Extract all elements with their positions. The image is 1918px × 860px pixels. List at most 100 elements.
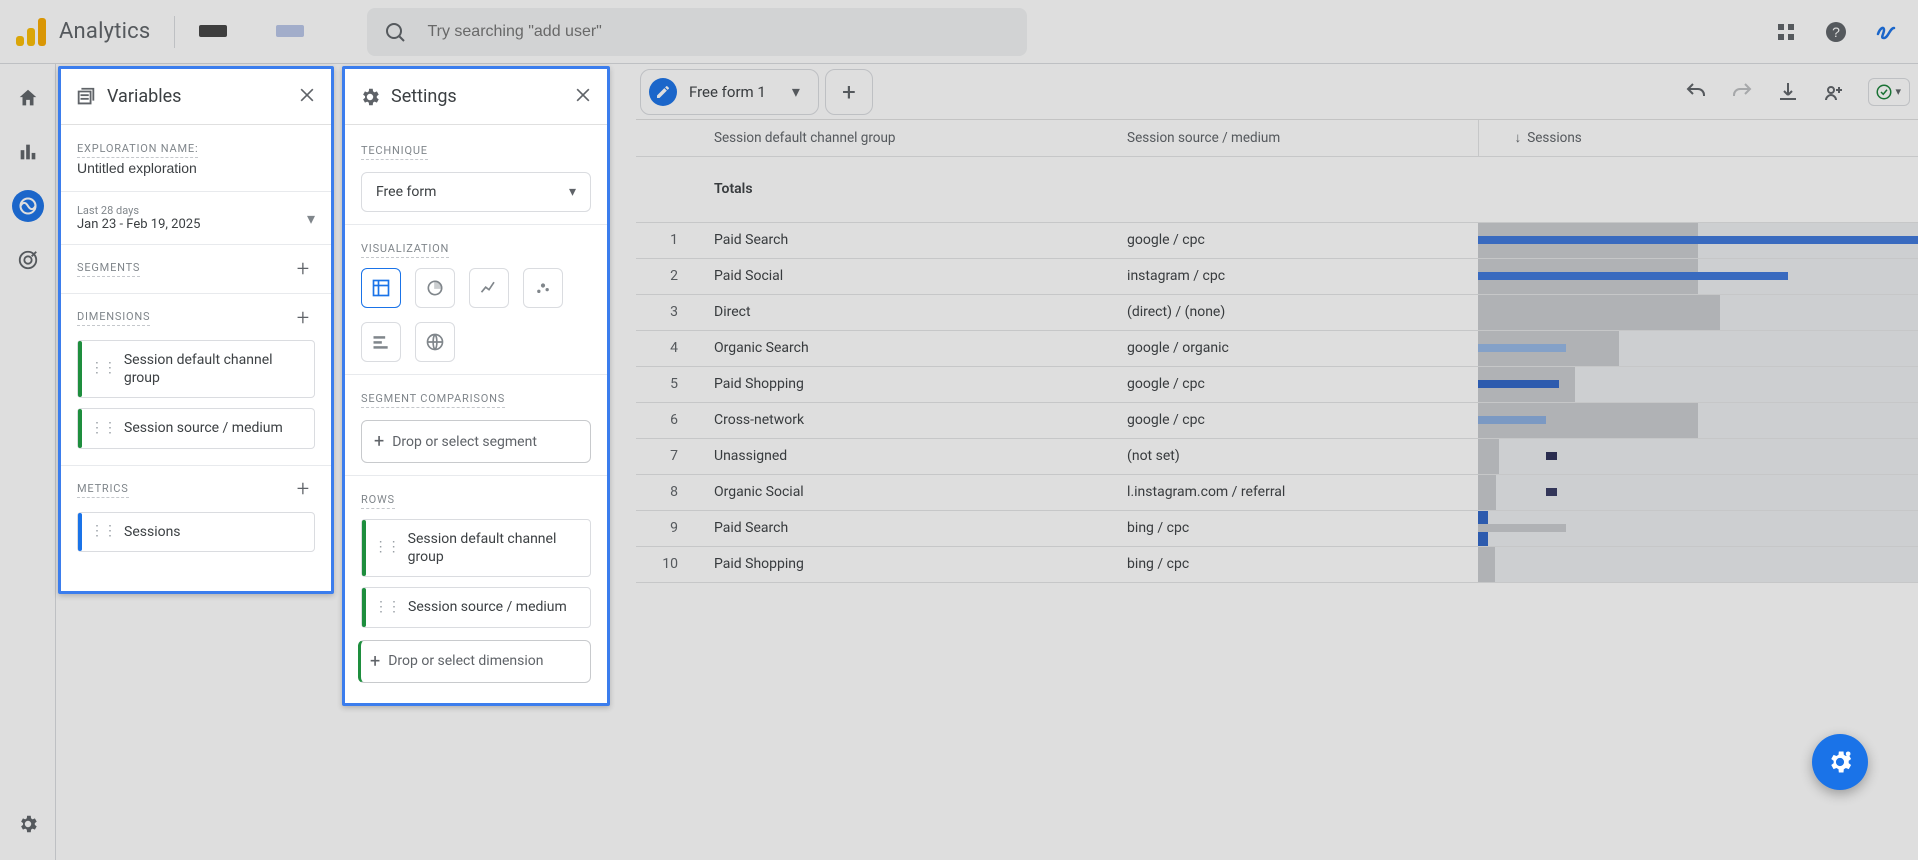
row-index: 8 bbox=[636, 474, 696, 510]
add-tab-button[interactable]: + bbox=[825, 69, 873, 115]
settings-close-icon[interactable] bbox=[573, 85, 593, 109]
metric-chip[interactable]: ⋮⋮Sessions bbox=[77, 512, 315, 552]
row-index: 9 bbox=[636, 510, 696, 546]
rows-drop-text: Drop or select dimension bbox=[388, 653, 543, 669]
cell-sessions bbox=[1478, 258, 1918, 294]
technique-value: Free form bbox=[376, 184, 436, 200]
dimension-label: Session source / medium bbox=[124, 419, 283, 437]
viz-geo-button[interactable] bbox=[415, 322, 455, 362]
viz-line-button[interactable] bbox=[469, 268, 509, 308]
cell-dim1: Paid Search bbox=[696, 510, 1109, 546]
header-actions: ? bbox=[1774, 20, 1902, 44]
chevron-down-icon: ▾ bbox=[792, 82, 800, 101]
cell-sessions bbox=[1478, 294, 1918, 330]
share-button[interactable] bbox=[1822, 80, 1846, 104]
variables-icon bbox=[75, 86, 97, 108]
nav-admin[interactable] bbox=[12, 808, 44, 840]
nav-home[interactable] bbox=[12, 82, 44, 114]
table-row[interactable]: 8Organic Sociall.instagram.com / referra… bbox=[636, 474, 1918, 510]
table-row[interactable]: 3Direct(direct) / (none) bbox=[636, 294, 1918, 330]
settings-panel: Settings TECHNIQUE Free form ▾ VISUALIZA… bbox=[342, 66, 610, 706]
cell-dim1: Paid Social bbox=[696, 258, 1109, 294]
date-range-picker[interactable]: Last 28 days Jan 23 - Feb 19, 2025 ▾ bbox=[77, 204, 315, 232]
cell-sessions bbox=[1478, 366, 1918, 402]
nav-reports[interactable] bbox=[12, 136, 44, 168]
row-label: Session source / medium bbox=[408, 598, 567, 616]
cell-dim1: Paid Shopping bbox=[696, 546, 1109, 582]
row-chip[interactable]: ⋮⋮Session default channel group bbox=[361, 519, 591, 577]
viz-donut-button[interactable] bbox=[415, 268, 455, 308]
svg-text:?: ? bbox=[1832, 24, 1840, 40]
add-segment-button[interactable]: + bbox=[291, 257, 315, 281]
dimension-chip[interactable]: ⋮⋮Session default channel group bbox=[77, 340, 315, 398]
chevron-down-icon: ▾ bbox=[569, 184, 576, 200]
exploration-name-input[interactable] bbox=[77, 158, 315, 179]
search-bar[interactable] bbox=[367, 8, 1027, 56]
row-index: 5 bbox=[636, 366, 696, 402]
col-header[interactable]: Session default channel group bbox=[696, 120, 1109, 156]
dimension-chip[interactable]: ⋮⋮Session source / medium bbox=[77, 408, 315, 448]
row-index: 2 bbox=[636, 258, 696, 294]
exploration-name-label: EXPLORATION NAME: bbox=[77, 142, 198, 158]
cell-sessions bbox=[1478, 510, 1918, 546]
table-row[interactable]: 10Paid Shoppingbing / cpc bbox=[636, 546, 1918, 582]
table-row[interactable]: 7Unassigned(not set) bbox=[636, 438, 1918, 474]
variables-close-icon[interactable] bbox=[297, 85, 317, 109]
rows-label: ROWS bbox=[361, 493, 395, 509]
table-row[interactable]: 5Paid Shoppinggoogle / cpc bbox=[636, 366, 1918, 402]
search-icon bbox=[383, 20, 407, 44]
cell-dim2: instagram / cpc bbox=[1109, 258, 1478, 294]
side-nav bbox=[0, 64, 56, 860]
viz-bar-button[interactable] bbox=[361, 322, 401, 362]
tab-freeform[interactable]: Free form 1 ▾ bbox=[641, 70, 818, 114]
cell-dim1: Direct bbox=[696, 294, 1109, 330]
sample-status[interactable]: ▾ bbox=[1868, 78, 1910, 106]
add-metric-button[interactable]: + bbox=[291, 478, 315, 502]
cell-dim2: bing / cpc bbox=[1109, 546, 1478, 582]
scribble-icon[interactable] bbox=[1874, 20, 1898, 44]
download-button[interactable] bbox=[1776, 80, 1800, 104]
col-header-sessions[interactable]: ↓Sessions bbox=[1478, 120, 1918, 156]
cell-dim1: Paid Search bbox=[696, 222, 1109, 258]
table-row[interactable]: 2Paid Socialinstagram / cpc bbox=[636, 258, 1918, 294]
help-icon[interactable]: ? bbox=[1824, 20, 1848, 44]
cell-dim2: google / cpc bbox=[1109, 366, 1478, 402]
add-dimension-button[interactable]: + bbox=[291, 306, 315, 330]
viz-scatter-button[interactable] bbox=[523, 268, 563, 308]
cell-dim2: google / cpc bbox=[1109, 402, 1478, 438]
table-row[interactable]: 9Paid Searchbing / cpc bbox=[636, 510, 1918, 546]
tab-name: Free form 1 bbox=[689, 83, 766, 101]
variables-title: Variables bbox=[107, 86, 181, 107]
row-index: 1 bbox=[636, 222, 696, 258]
dimension-label: Session default channel group bbox=[124, 351, 304, 387]
undo-button[interactable] bbox=[1684, 80, 1708, 104]
variables-panel: Variables EXPLORATION NAME: Last 28 days… bbox=[58, 66, 334, 594]
canvas-toolbar: Free form 1 ▾ + ▾ bbox=[636, 64, 1918, 120]
table-row[interactable]: 1Paid Searchgoogle / cpc bbox=[636, 222, 1918, 258]
plus-icon: + bbox=[370, 651, 380, 672]
nav-advertising[interactable] bbox=[12, 244, 44, 276]
search-input[interactable] bbox=[425, 22, 1011, 42]
app-title: Analytics bbox=[59, 19, 150, 44]
redo-button[interactable] bbox=[1730, 80, 1754, 104]
col-header[interactable]: Session source / medium bbox=[1109, 120, 1478, 156]
segment-dropzone[interactable]: + Drop or select segment bbox=[361, 420, 591, 463]
table-row[interactable]: 4Organic Searchgoogle / organic bbox=[636, 330, 1918, 366]
cell-sessions bbox=[1478, 222, 1918, 258]
account-name-redacted bbox=[199, 25, 227, 37]
chevron-down-icon: ▾ bbox=[1895, 85, 1901, 98]
table-row[interactable]: 6Cross-networkgoogle / cpc bbox=[636, 402, 1918, 438]
cell-sessions bbox=[1478, 330, 1918, 366]
viz-table-button[interactable] bbox=[361, 268, 401, 308]
analytics-logo-icon bbox=[16, 18, 49, 46]
rows-dropzone[interactable]: + Drop or select dimension bbox=[358, 640, 591, 683]
cell-dim2: l.instagram.com / referral bbox=[1109, 474, 1478, 510]
cell-sessions bbox=[1478, 438, 1918, 474]
apps-icon[interactable] bbox=[1774, 20, 1798, 44]
technique-select[interactable]: Free form ▾ bbox=[361, 172, 591, 212]
totals-label: Totals bbox=[696, 156, 1109, 222]
insights-fab[interactable] bbox=[1812, 734, 1868, 790]
report-table: Session default channel group Session so… bbox=[636, 120, 1918, 583]
nav-explore[interactable] bbox=[12, 190, 44, 222]
row-chip[interactable]: ⋮⋮Session source / medium bbox=[361, 587, 591, 627]
